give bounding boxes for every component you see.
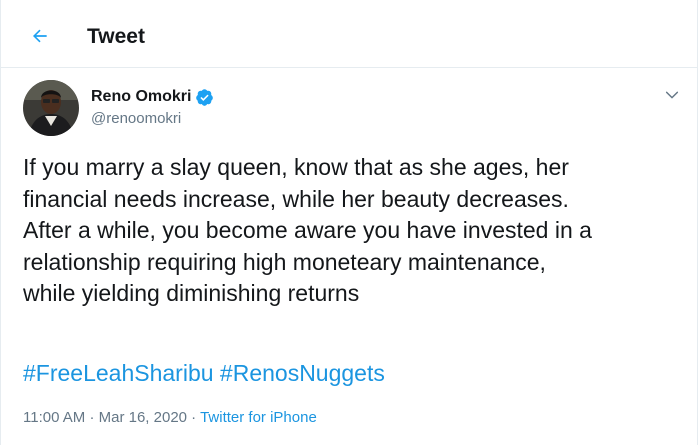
- chevron-down-icon: [665, 91, 679, 99]
- hashtag-link[interactable]: #FreeLeahSharibu: [23, 360, 214, 386]
- tweet-text-line: while yielding diminishing returns: [23, 280, 360, 306]
- tweet-date[interactable]: Mar 16, 2020: [99, 409, 187, 426]
- hashtag-link[interactable]: #RenosNuggets: [220, 360, 385, 386]
- tweet-time[interactable]: 11:00 AM: [23, 409, 85, 426]
- tweet-page: Tweet Reno Omokri @renoomokri If you mar…: [0, 0, 700, 445]
- avatar[interactable]: [23, 80, 79, 136]
- author-name-row[interactable]: Reno Omokri: [91, 87, 214, 107]
- page-header: Tweet: [0, 0, 698, 68]
- tweet-metadata: 11:00 AM · Mar 16, 2020 · Twitter for iP…: [23, 408, 317, 428]
- tweet-text-line: After a while, you become aware you have…: [23, 217, 592, 243]
- more-options-button[interactable]: [662, 85, 682, 105]
- avatar-image: [23, 80, 79, 136]
- arrow-left-icon: [33, 29, 47, 43]
- page-title: Tweet: [87, 25, 145, 48]
- author-display-name: Reno Omokri: [91, 88, 192, 105]
- tweet-text-line: relationship requiring high moneteary ma…: [23, 248, 546, 275]
- tweet-text: If you marry a slay queen, know that as …: [23, 152, 683, 310]
- tweet-text-line: If you marry a slay queen, know that as …: [23, 154, 569, 180]
- author-handle[interactable]: @renoomokri: [91, 110, 181, 128]
- tweet-detail: Reno Omokri @renoomokri If you marry a s…: [0, 68, 698, 445]
- verified-badge-icon: [195, 88, 214, 107]
- back-button[interactable]: [28, 24, 52, 48]
- tweet-text-line: financial needs increase, while her beau…: [23, 185, 569, 212]
- meta-separator: ·: [89, 409, 99, 426]
- hashtag-row: #FreeLeahSharibu #RenosNuggets: [23, 358, 385, 389]
- meta-separator: ·: [191, 409, 201, 426]
- tweet-source-link[interactable]: Twitter for iPhone: [200, 409, 317, 426]
